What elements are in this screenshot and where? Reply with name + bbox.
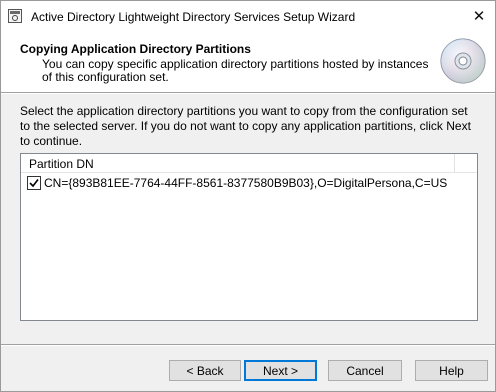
close-icon[interactable]: ✕: [466, 5, 492, 27]
setup-app-icon: [8, 9, 22, 23]
partition-dn-label: CN={893B81EE-7764-44FF-8561-8377580B9B03…: [44, 176, 448, 190]
help-button[interactable]: Help: [415, 360, 488, 381]
header-divider: [1, 92, 495, 94]
column-header-partition-dn[interactable]: Partition DN: [21, 154, 455, 173]
instructions-text: Select the application directory partiti…: [20, 104, 471, 148]
page-description: You can copy specific application direct…: [42, 57, 429, 84]
footer-divider: [1, 344, 495, 346]
checkmark-icon: [29, 179, 39, 188]
page-title: Copying Application Directory Partitions: [20, 42, 251, 56]
partition-list[interactable]: Partition DN CN={893B81EE-7764-44FF-8561…: [20, 153, 478, 321]
window-title: Active Directory Lightweight Directory S…: [31, 10, 356, 24]
list-item[interactable]: CN={893B81EE-7764-44FF-8561-8377580B9B03…: [25, 175, 465, 191]
cd-disc-icon: [439, 37, 487, 85]
wizard-header: Copying Application Directory Partitions…: [1, 32, 495, 92]
next-button[interactable]: Next >: [244, 360, 317, 381]
column-header-filler: [455, 154, 477, 173]
back-button[interactable]: < Back: [169, 360, 241, 381]
setup-wizard-window: Active Directory Lightweight Directory S…: [0, 0, 496, 392]
partition-checkbox[interactable]: [27, 176, 41, 190]
column-header-label: Partition DN: [29, 157, 94, 171]
title-bar[interactable]: Active Directory Lightweight Directory S…: [1, 1, 495, 32]
cancel-button[interactable]: Cancel: [328, 360, 402, 381]
